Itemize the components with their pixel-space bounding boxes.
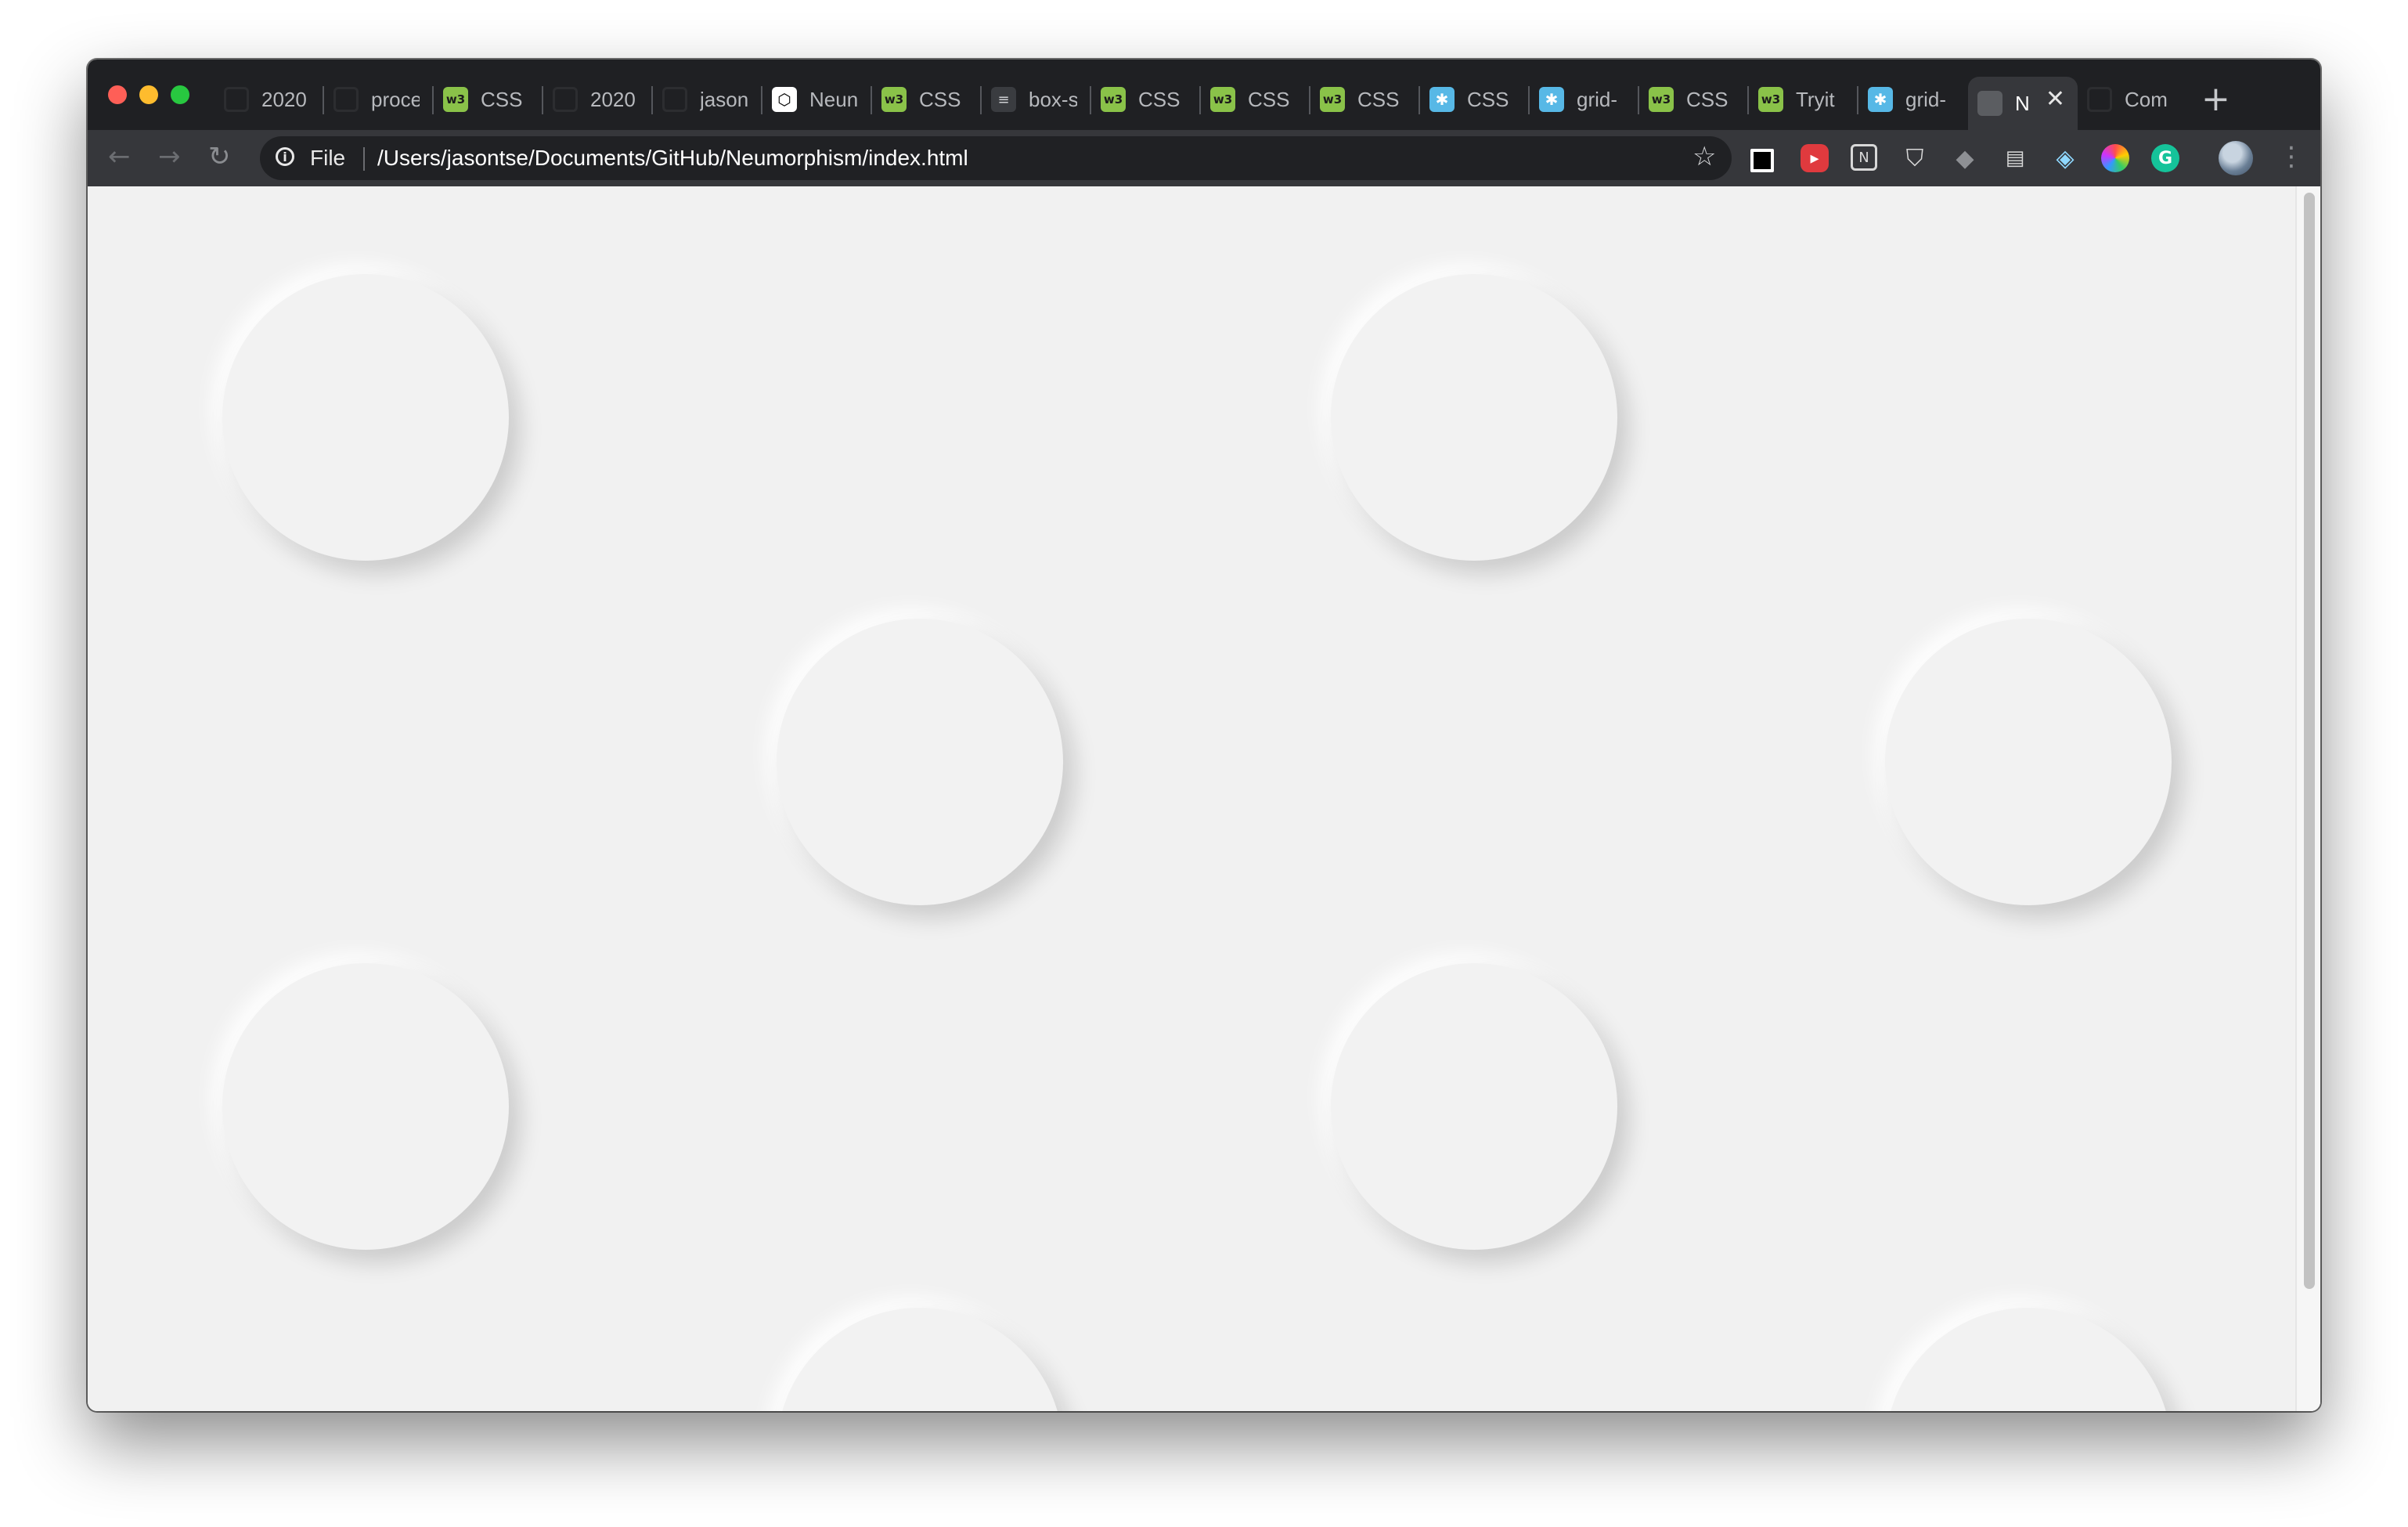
tab-label: CSS [1138, 87, 1181, 111]
extension-gem-icon[interactable]: ◈ [2051, 144, 2079, 172]
tab-strip: 2020 proce w3 CSS 2020 jason ⬡ Neun w3 C… [88, 60, 2320, 130]
github-icon [662, 87, 687, 112]
tab-5[interactable]: jason [653, 77, 762, 122]
tab-16[interactable]: ✱ grid- [1858, 77, 1968, 122]
forward-button[interactable]: → [158, 141, 181, 172]
github-icon [553, 87, 578, 112]
github-icon [333, 87, 359, 112]
address-bar[interactable]: i File /Users/jasontse/Documents/GitHub/… [260, 136, 1732, 180]
tab-label: CSS [481, 87, 523, 111]
tab-label: CSS [919, 87, 961, 111]
profile-avatar[interactable] [2219, 141, 2253, 175]
tab-7[interactable]: w3 CSS [872, 77, 982, 122]
css-tricks-icon: ✱ [1868, 87, 1893, 112]
browser-toolbar: ← → ↻ i File /Users/jasontse/Documents/G… [88, 130, 2320, 186]
new-tab-button[interactable]: + [2201, 80, 2230, 119]
extension-pocket-icon[interactable]: ⛉ [1901, 144, 1929, 172]
tab-3[interactable]: w3 CSS [434, 77, 543, 122]
tab-label: 2020 [261, 87, 307, 111]
extension-youtube-icon[interactable]: ▸ [1801, 144, 1829, 172]
tab-label: proce [371, 87, 420, 111]
globe-icon [1977, 91, 2002, 116]
extension-color-icon[interactable] [2101, 144, 2129, 172]
tab-label: CSS [1248, 87, 1290, 111]
neumorphic-circle [1885, 619, 2172, 905]
tab-active[interactable]: N ✕ [1968, 77, 2078, 130]
extension-window-icon[interactable]: ▤ [2001, 144, 2029, 172]
tab-label: CSS [1467, 87, 1509, 111]
tab-8[interactable]: ≡ box-s [982, 77, 1091, 122]
window-minimize-button[interactable] [139, 85, 158, 104]
extension-notion-icon[interactable]: N [1851, 144, 1877, 171]
neumorphic-circle [1885, 1308, 2172, 1411]
css-tricks-icon: ✱ [1539, 87, 1564, 112]
tab-9[interactable]: w3 CSS [1091, 77, 1201, 122]
extension-layers-icon[interactable]: ◆ [1951, 144, 1979, 172]
tab-15[interactable]: w3 Tryit [1749, 77, 1858, 122]
tab-1[interactable]: 2020 [214, 77, 324, 122]
tab-4[interactable]: 2020 [543, 77, 653, 122]
tab-label: Com [2125, 87, 2168, 111]
scrollbar-thumb[interactable] [2304, 193, 2315, 1289]
w3schools-icon: w3 [1320, 87, 1345, 112]
neumorphic-circle [777, 619, 1063, 905]
browser-window: 2020 proce w3 CSS 2020 jason ⬡ Neun w3 C… [88, 60, 2320, 1411]
address-scheme-label: File [310, 146, 346, 170]
tab-label: CSS [1686, 87, 1728, 111]
tab-label: Tryit [1796, 87, 1835, 111]
tab-12[interactable]: ✱ CSS [1420, 77, 1530, 122]
css-tricks-icon: ✱ [1429, 87, 1455, 112]
tab-6[interactable]: ⬡ Neun [762, 77, 872, 122]
neumorphic-circle [222, 963, 509, 1250]
tab-18[interactable]: Com [2078, 77, 2187, 122]
neumorphic-circle [222, 274, 509, 561]
bookmark-star-icon[interactable]: ☆ [1692, 141, 1716, 172]
tab-label: Neun [809, 87, 858, 111]
tab-label: grid- [1905, 87, 1947, 111]
w3schools-icon: w3 [1758, 87, 1783, 112]
box-shadow-icon: ≡ [991, 87, 1016, 112]
extension-square-icon[interactable] [1750, 149, 1774, 172]
back-button[interactable]: ← [108, 141, 131, 172]
neumorphic-circle [1331, 274, 1617, 561]
close-tab-icon[interactable]: ✕ [2046, 88, 2065, 111]
tab-10[interactable]: w3 CSS [1201, 77, 1310, 122]
w3schools-icon: w3 [881, 87, 907, 112]
tab-label: jason [700, 87, 748, 111]
menu-kebab-icon[interactable]: ⋮ [2278, 139, 2305, 174]
tab-label: CSS [1357, 87, 1400, 111]
tab-label: 2020 [590, 87, 636, 111]
tab-2[interactable]: proce [324, 77, 434, 122]
tab-label: box-s [1029, 87, 1077, 111]
w3schools-icon: w3 [1649, 87, 1674, 112]
window-maximize-button[interactable] [171, 85, 189, 104]
tab-13[interactable]: ✱ grid- [1530, 77, 1639, 122]
info-icon[interactable]: i [276, 147, 294, 166]
address-url[interactable]: /Users/jasontse/Documents/GitHub/Neumorp… [377, 146, 968, 171]
tab-label: grid- [1577, 87, 1618, 111]
neumorphic-circle [777, 1308, 1063, 1411]
codepen-icon: ⬡ [772, 87, 797, 112]
reload-button[interactable]: ↻ [208, 141, 231, 172]
github-icon [2087, 87, 2112, 112]
w3schools-icon: w3 [1101, 87, 1126, 112]
window-close-button[interactable] [108, 85, 127, 104]
scrollbar-track[interactable] [2295, 186, 2320, 1411]
extension-grammarly-icon[interactable]: G [2151, 144, 2179, 172]
address-divider [363, 147, 365, 171]
w3schools-icon: w3 [443, 87, 468, 112]
w3schools-icon: w3 [1210, 87, 1235, 112]
page-content [88, 186, 2320, 1411]
tab-11[interactable]: w3 CSS [1310, 77, 1420, 122]
github-icon [224, 87, 249, 112]
tab-label: N [2015, 91, 2030, 115]
neumorphic-circle [1331, 963, 1617, 1250]
tab-14[interactable]: w3 CSS [1639, 77, 1749, 122]
